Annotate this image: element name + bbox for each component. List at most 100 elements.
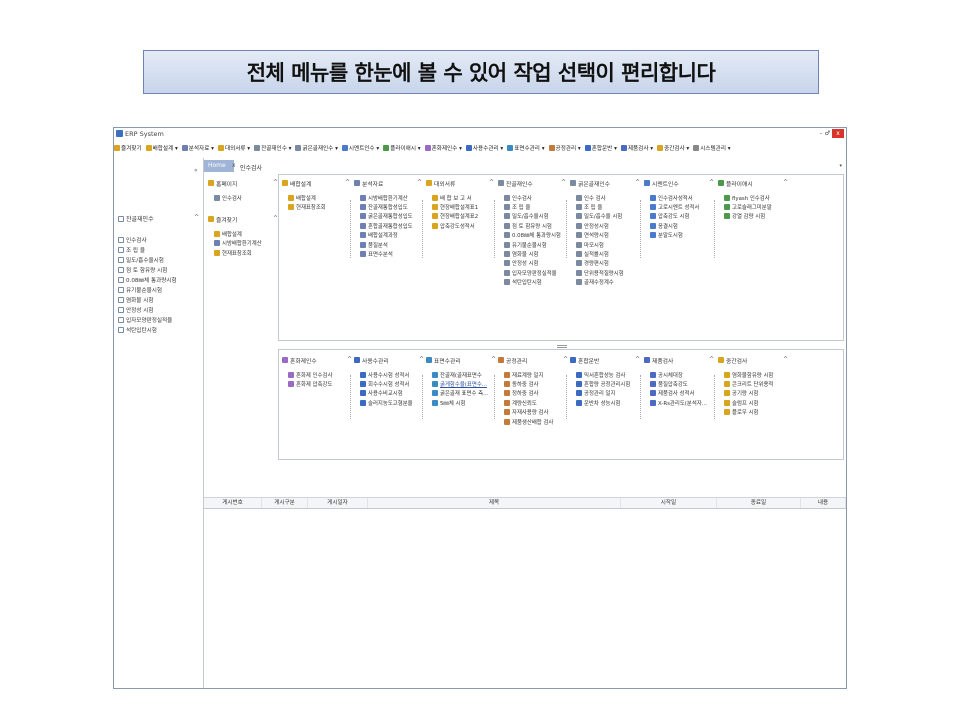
menu-item[interactable]: 표면수분석 — [360, 249, 422, 258]
menu-group-header[interactable]: 홈페이지 ^ — [208, 178, 278, 188]
menu-item[interactable]: 혼합량 공정관리시험 — [576, 379, 640, 388]
menu-item[interactable]: 안정성시험 — [576, 221, 640, 230]
menu-group-header[interactable]: 표면수관리 ^ — [426, 355, 496, 365]
menu-item[interactable]: 인수검사성적서 — [650, 193, 714, 202]
menubar-item[interactable]: 시멘트인수 ▾ — [341, 142, 379, 153]
menu-item[interactable]: 사용수시험 성적서 — [360, 370, 424, 379]
tab-home[interactable]: Home — [204, 160, 234, 172]
menu-item[interactable]: 믹서혼합성능 검사 — [576, 370, 640, 379]
menu-item[interactable]: 재료계량 일지 — [504, 370, 568, 379]
panel-splitter[interactable] — [557, 345, 567, 348]
chevron-up-icon[interactable]: ^ — [489, 180, 494, 186]
sidebar-item[interactable]: 점 토 함유량 시험 — [118, 265, 177, 275]
sidebar-item[interactable]: 안정성 시험 — [118, 305, 177, 315]
menu-item[interactable]: 굵은골재통합성입도 — [360, 212, 422, 221]
menu-item[interactable]: 회수수시험 성적서 — [360, 379, 424, 388]
chevron-up-icon[interactable]: ^ — [417, 180, 422, 186]
menu-item[interactable]: 콘크리트 단위용적 — [724, 379, 788, 388]
menu-group-header[interactable]: 플라이애시 ^ — [718, 178, 788, 188]
sidebar-item[interactable]: 인수검사 — [118, 235, 177, 245]
sidebar-collapse-button[interactable]: « — [194, 167, 198, 174]
menu-group-header[interactable]: 사용수관리 ^ — [354, 355, 424, 365]
menu-item[interactable]: 0.08㎜체 통과량시험 — [504, 231, 566, 240]
sidebar-item[interactable]: 0.08㎜체 통과량시험 — [118, 275, 177, 285]
chevron-up-icon[interactable]: ^ — [709, 357, 714, 363]
tab-current[interactable]: 인수검사 — [240, 163, 262, 172]
menu-item[interactable]: 압축강도 시험 — [650, 212, 714, 221]
grid-column-header[interactable]: 시작일 — [621, 498, 717, 508]
sidebar-item[interactable]: 입자모양판정실적율 — [118, 315, 177, 325]
menubar-item[interactable]: 플라이애시 ▾ — [383, 142, 421, 153]
menu-item[interactable]: 응결시험 — [650, 221, 714, 230]
menu-item[interactable]: 배합설계 — [214, 229, 278, 238]
sidebar-item[interactable]: 밀도/흡수율시험 — [118, 255, 177, 265]
sidebar-header[interactable]: 잔골재인수 ^ — [118, 214, 199, 223]
tab-list-arrow[interactable]: ▾ — [839, 163, 842, 169]
chevron-up-icon[interactable]: ^ — [783, 180, 788, 186]
menubar-item[interactable]: 시스템관리 ▾ — [693, 142, 731, 153]
menu-item[interactable]: 현재표창조회 — [288, 202, 350, 211]
menu-item[interactable]: 공정관리 일지 — [576, 389, 640, 398]
menu-item[interactable]: 실적률시험 — [576, 249, 640, 258]
menubar-item[interactable]: 분석자료 ▾ — [181, 142, 214, 153]
menu-item[interactable]: 배합설계과정 — [360, 231, 422, 240]
menubar-item[interactable]: 혼합운반 ▾ — [584, 142, 617, 153]
grid-column-header[interactable]: 게시구분 — [262, 498, 308, 508]
menu-item[interactable]: 현장배합설계표1 — [432, 202, 494, 211]
grid-column-header[interactable]: 제목 — [368, 498, 621, 508]
sidebar-item[interactable]: 유기불순물시험 — [118, 285, 177, 295]
menu-group-header[interactable]: 분석자료 ^ — [354, 178, 422, 188]
menubar-item[interactable]: 중간검사 ▾ — [657, 142, 689, 153]
menu-item[interactable]: 밀도/흡수율시험 — [504, 212, 566, 221]
menu-item[interactable]: 마모시험 — [576, 240, 640, 249]
menu-item[interactable]: 고로슬래그미분말 — [724, 202, 788, 211]
restore-button[interactable]: ♂ — [825, 130, 830, 137]
menubar-item[interactable]: 제품검사 ▾ — [620, 142, 653, 153]
menu-item[interactable]: 사용수비교시험 — [360, 389, 424, 398]
menu-group-header[interactable]: 배합설계 ^ — [282, 178, 350, 188]
menu-item[interactable]: 시방배합환기계산 — [214, 239, 278, 248]
menu-item[interactable]: 굵은골재 표면수 측... — [432, 389, 496, 398]
menu-item[interactable]: 슬러지농도고형분율 — [360, 398, 424, 407]
chevron-up-icon[interactable]: ^ — [635, 180, 640, 186]
chevron-up-icon[interactable]: ^ — [783, 357, 788, 363]
tab-close-icon[interactable]: x — [232, 162, 236, 169]
menu-item[interactable]: 배 합 보 고 서 — [432, 193, 494, 202]
menu-item[interactable]: 밀도/흡수율 시험 — [576, 212, 640, 221]
menu-group-header[interactable]: 즐겨찾기 ^ — [208, 214, 278, 224]
menu-item[interactable]: 연석량시험 — [576, 231, 640, 240]
menubar-item[interactable]: 굵은골재인수 ▾ — [295, 142, 338, 153]
menu-item[interactable]: 품질압축강도 — [650, 379, 714, 388]
chevron-up-icon[interactable]: ^ — [709, 180, 714, 186]
chevron-up-icon[interactable]: ^ — [491, 357, 496, 363]
menu-group-header[interactable]: 굵은골재인수 ^ — [570, 178, 640, 188]
menubar-item[interactable]: 공정관리 ▾ — [548, 142, 581, 153]
menu-item[interactable]: 안정성 시험 — [504, 259, 566, 268]
grid-column-header[interactable]: 종료일 — [717, 498, 801, 508]
menu-item[interactable]: 분말도시험 — [650, 231, 714, 240]
sidebar-item[interactable]: 조 립 율 — [118, 245, 177, 255]
menu-group-header[interactable]: 중간검사 ^ — [718, 355, 788, 365]
menu-item[interactable]: 계량신뢰도 — [504, 398, 568, 407]
menu-item[interactable]: 현장배합설계표2 — [432, 212, 494, 221]
menu-item[interactable]: 공기량 시험 — [724, 389, 788, 398]
menu-item[interactable]: 운반차 성능시험 — [576, 398, 640, 407]
menu-item[interactable]: 혼화제 인수검사 — [288, 370, 352, 379]
menu-item[interactable]: 강열 감량 시험 — [724, 212, 788, 221]
menu-item[interactable]: 조 립 율 — [576, 202, 640, 211]
menu-group-header[interactable]: 공정관리 ^ — [498, 355, 568, 365]
chevron-up-icon[interactable]: ^ — [563, 357, 568, 363]
menu-group-header[interactable]: 시멘트인수 ^ — [644, 178, 714, 188]
menu-item[interactable]: 제품생산배합 검사 — [504, 417, 568, 426]
grid-column-header[interactable]: 내용 — [801, 498, 846, 508]
chevron-up-icon[interactable]: ^ — [419, 357, 424, 363]
menu-group-header[interactable]: 대외서류 ^ — [426, 178, 494, 188]
chevron-up-icon[interactable]: ^ — [194, 214, 199, 221]
board-grid-body[interactable] — [204, 509, 846, 688]
chevron-up-icon[interactable]: ^ — [561, 180, 566, 186]
menu-item[interactable]: 경량편시험 — [576, 259, 640, 268]
menu-item[interactable]: 품질분석 — [360, 240, 422, 249]
menu-item[interactable]: 염화물 시험 — [504, 249, 566, 258]
menu-item[interactable]: 단위용적질량시험 — [576, 268, 640, 277]
menu-item[interactable]: flyash 인수검사 — [724, 193, 788, 202]
